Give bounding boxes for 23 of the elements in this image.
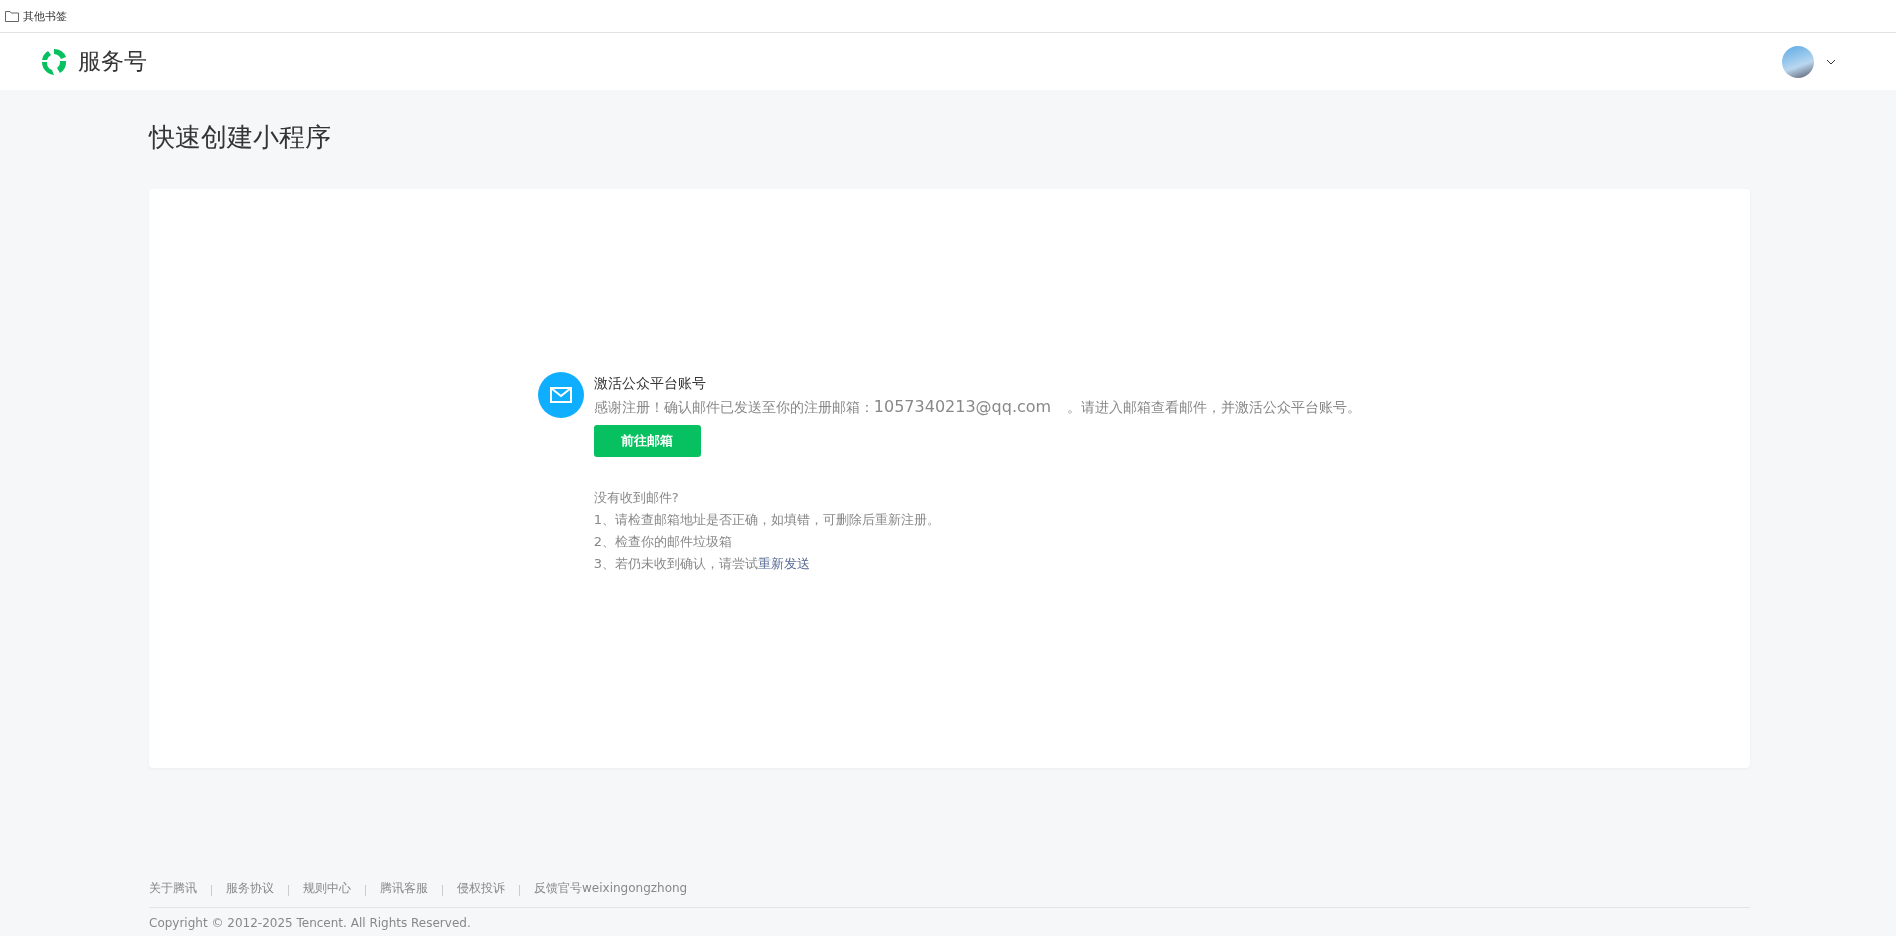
footer-link[interactable]: 规则中心 [303,880,351,897]
resend-link[interactable]: 重新发送 [758,556,811,571]
notice-message: 感谢注册！确认邮件已发送至你的注册邮箱：1057340213@qq.com 。请进入邮箱查看邮件，并激活公众平台账号。 [593,397,1362,417]
folder-icon [5,10,19,22]
footer-link[interactable]: 侵权投诉 [457,880,505,897]
brand-name: 服务号 [78,47,147,76]
footer-link[interactable]: 反馈官号weixingongzhong [534,880,688,897]
page-title: 快速创建小程序 [149,121,332,154]
footer-link[interactable]: 服务协议 [226,880,274,897]
copyright: Copyright © 2012-2025 Tencent. All Rights Reserved. [149,915,472,932]
avatar[interactable] [1782,45,1814,78]
notice-title: 激活公众平台账号 [593,375,707,393]
bookmark-folder[interactable]: 其他书签 [23,8,67,24]
help-title: 没有收到邮件? [593,489,680,507]
help-tip: 2、检查你的邮件垃圾箱 [593,533,734,551]
chevron-down-icon[interactable] [1826,58,1836,65]
footer-link[interactable]: 关于腾讯 [149,880,197,897]
logo-icon [40,47,68,76]
footer-link[interactable]: 腾讯客服 [380,880,428,897]
help-tip: 3、若仍未收到确认，请尝试重新发送 [593,555,812,573]
mail-icon [537,372,584,418]
help-tip: 1、请检查邮箱地址是否正确，如填错，可删除后重新注册。 [593,511,942,529]
go-to-mailbox-button[interactable]: 前往邮箱 [593,425,701,457]
